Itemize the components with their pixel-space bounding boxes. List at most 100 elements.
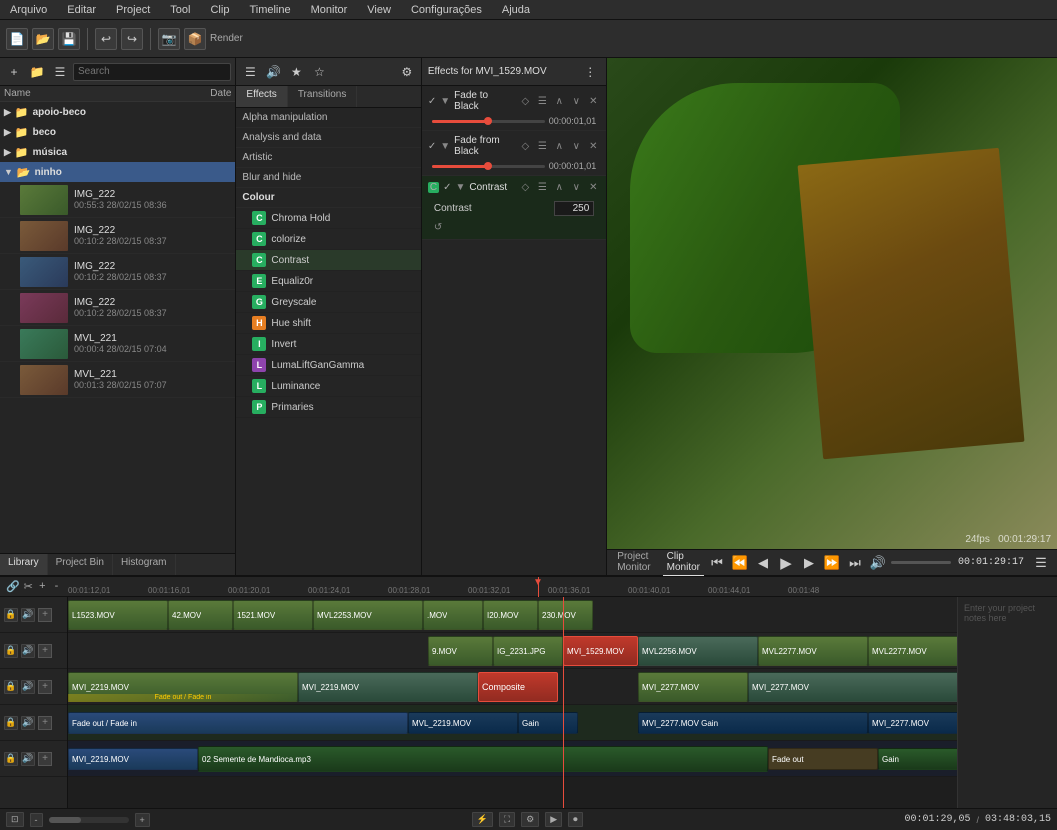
effect-delete-btn[interactable]: ✕ — [586, 139, 600, 153]
menu-monitor[interactable]: Monitor — [307, 4, 352, 16]
media-item[interactable]: IMG_222 00:10:2 28/02/15 08:37 — [0, 254, 235, 290]
tab-library[interactable]: Library — [0, 554, 48, 575]
menu-timeline[interactable]: Timeline — [245, 4, 294, 16]
save-button[interactable]: 💾 — [58, 28, 80, 50]
category-alpha[interactable]: Alpha manipulation — [236, 108, 420, 128]
category-blur[interactable]: Blur and hide — [236, 168, 420, 188]
track-audio-btn[interactable]: 🔊 — [21, 608, 35, 622]
effect-settings-btn[interactable]: ☰ — [535, 180, 549, 194]
media-item[interactable]: MVL_221 00:01:3 28/02/15 07:07 — [0, 362, 235, 398]
menu-configuracoes[interactable]: Configurações — [407, 4, 486, 16]
menu-view[interactable]: View — [363, 4, 395, 16]
snap-btn[interactable]: ⚡ — [472, 812, 493, 827]
effect-settings-btn[interactable]: ☰ — [535, 94, 549, 108]
media-item[interactable]: IMG_222 00:10:2 28/02/15 08:37 — [0, 290, 235, 326]
effect-up-btn[interactable]: ∧ — [552, 139, 566, 153]
track-add-btn[interactable]: + — [38, 752, 52, 766]
tl-zoom-in-btn[interactable]: + — [37, 577, 48, 595]
clip-composite[interactable]: Composite — [478, 672, 558, 702]
effect-hue-shift[interactable]: H Hue shift — [236, 313, 420, 334]
fullscreen-btn[interactable]: ⛶ — [499, 812, 515, 827]
new-button[interactable]: 📄 — [6, 28, 28, 50]
track-audio-btn[interactable]: 🔊 — [21, 752, 35, 766]
media-item[interactable]: MVL_221 00:00:4 28/02/15 07:04 — [0, 326, 235, 362]
tab-effects[interactable]: Effects — [236, 86, 287, 107]
tab-project-bin[interactable]: Project Bin — [48, 554, 113, 575]
effect-up-btn[interactable]: ∧ — [552, 180, 566, 194]
effects-props-menu[interactable]: ⋮ — [580, 62, 600, 82]
clip-audio-2219[interactable]: MVL_2219.MOV — [408, 712, 518, 734]
zoom-plus-btn[interactable]: + — [135, 813, 150, 827]
effect-luma[interactable]: L LumaLiftGanGamma — [236, 355, 420, 376]
tab-histogram[interactable]: Histogram — [113, 554, 176, 575]
fade-to-black-slider[interactable] — [432, 120, 545, 123]
menu-arquivo[interactable]: Arquivo — [6, 4, 51, 16]
effect-expand-arrow[interactable]: ▼ — [440, 96, 450, 107]
track-audio-btn[interactable]: 🔊 — [21, 716, 35, 730]
clip-mvi1529[interactable]: MVI_1529.MOV — [563, 636, 638, 666]
effect-luminance[interactable]: L Luminance — [236, 376, 420, 397]
track-lock-btn[interactable]: 🔒 — [4, 752, 18, 766]
prev-step-fwd-btn[interactable]: ▶ — [799, 553, 819, 573]
clip-2277a[interactable]: MVL2277.MOV — [758, 636, 868, 666]
effect-contrast[interactable]: C Contrast — [236, 250, 420, 271]
folder-apoio-beco[interactable]: ▶ 📁 apoio-beco — [0, 102, 235, 122]
menu-project[interactable]: Project — [112, 4, 154, 16]
menu-tool[interactable]: Tool — [166, 4, 194, 16]
clip-2256[interactable]: MVL2256.MOV — [638, 636, 758, 666]
clip-230[interactable]: 230.MOV — [538, 600, 593, 630]
effect-enabled-checkbox[interactable]: ✓ — [428, 96, 436, 107]
prev-back-btn[interactable]: ⏪ — [730, 553, 750, 573]
clip-2253[interactable]: MVL2253.MOV — [313, 600, 423, 630]
clip-L1523[interactable]: L1523.MOV — [68, 600, 168, 630]
list-view-btn[interactable]: ☰ — [240, 62, 260, 82]
play2-btn[interactable]: ▶ — [545, 812, 562, 827]
media-item[interactable]: IMG_222 00:10:2 28/02/15 08:37 — [0, 218, 235, 254]
clip-ig2231[interactable]: IG_2231.JPG — [493, 636, 563, 666]
effect-chroma-hold[interactable]: C Chroma Hold — [236, 208, 420, 229]
folder-musica[interactable]: ▶ 📁 música — [0, 142, 235, 162]
track-audio-btn[interactable]: 🔊 — [21, 644, 35, 658]
effect-primaries[interactable]: P Primaries — [236, 397, 420, 418]
clip-2219b[interactable]: MVI_2219.MOV — [298, 672, 478, 702]
tl-razor-btn[interactable]: ✂ — [23, 577, 34, 595]
settings-btn[interactable]: ⚙ — [397, 62, 417, 82]
track-lock-btn[interactable]: 🔒 — [4, 716, 18, 730]
undo-button[interactable]: ↩ — [95, 28, 117, 50]
category-analysis[interactable]: Analysis and data — [236, 128, 420, 148]
slider-handle[interactable] — [484, 162, 492, 170]
clip-2277b[interactable]: MVL2277.MOV — [868, 636, 968, 666]
track-lock-btn[interactable]: 🔒 — [4, 644, 18, 658]
left-menu-btn[interactable]: ☰ — [50, 62, 70, 82]
menu-editar[interactable]: Editar — [63, 4, 100, 16]
capture-button[interactable]: 📷 — [158, 28, 180, 50]
left-folder-btn[interactable]: 📁 — [27, 62, 47, 82]
star-filter-btn[interactable]: ★ — [286, 62, 306, 82]
clip-42[interactable]: 42.MOV — [168, 600, 233, 630]
open-button[interactable]: 📂 — [32, 28, 54, 50]
zoom-slider[interactable] — [49, 817, 129, 823]
clip-1521[interactable]: 1521.MOV — [233, 600, 313, 630]
settings2-btn[interactable]: ⚙ — [521, 812, 539, 827]
effect-expand-arrow[interactable]: ▼ — [440, 141, 450, 152]
record-btn[interactable]: ⏺ — [568, 812, 583, 827]
star-outline-btn[interactable]: ☆ — [309, 62, 329, 82]
contrast-value[interactable]: 250 — [554, 201, 594, 216]
effect-down-btn[interactable]: ∨ — [569, 139, 583, 153]
archive-button[interactable]: 📦 — [184, 28, 206, 50]
audio-filter-btn[interactable]: 🔊 — [263, 62, 283, 82]
clip-audio-2277gain[interactable]: MVI_2277.MOV Gain — [638, 712, 868, 734]
clip-fade-out[interactable]: Fade out — [768, 748, 878, 770]
category-colour[interactable]: Colour — [236, 188, 420, 208]
tab-project-monitor[interactable]: Project Monitor — [613, 549, 654, 576]
folder-beco[interactable]: ▶ 📁 beco — [0, 122, 235, 142]
tl-snap-btn[interactable]: 🔗 — [6, 577, 20, 595]
clip-i20[interactable]: I20.MOV — [483, 600, 538, 630]
effect-delete-btn[interactable]: ✕ — [586, 180, 600, 194]
track-audio-btn[interactable]: 🔊 — [21, 680, 35, 694]
slider-handle[interactable] — [484, 117, 492, 125]
folder-ninho[interactable]: ▼ 📂 ninho — [0, 162, 235, 182]
clip-9mov[interactable]: 9.MOV — [428, 636, 493, 666]
clip-audio-2219fade[interactable]: Fade out / Fade in — [68, 712, 408, 734]
effect-equalizor[interactable]: E Equaliz0r — [236, 271, 420, 292]
